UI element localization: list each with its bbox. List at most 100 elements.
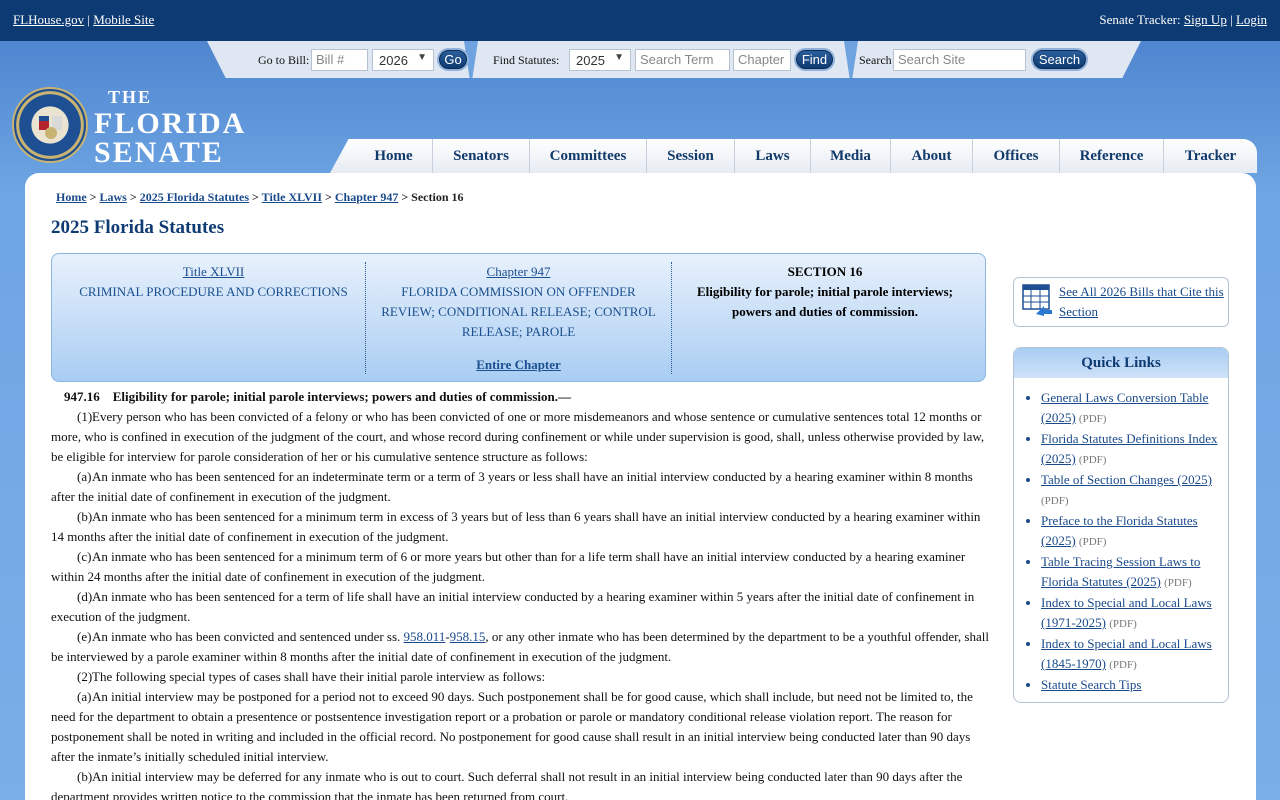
tracker-label: Senate Tracker: bbox=[1099, 12, 1181, 27]
nav-about[interactable]: About bbox=[891, 139, 973, 173]
subsection-1: (1)Every person who has been convicted o… bbox=[51, 407, 991, 467]
chapter-input[interactable]: Chapter bbox=[733, 49, 791, 71]
cite-bills-box[interactable]: See All 2026 Bills that Cite this Sectio… bbox=[1013, 277, 1229, 327]
nav-offices[interactable]: Offices bbox=[973, 139, 1060, 173]
chapter-name: FLORIDA COMMISSION ON OFFENDER REVIEW; C… bbox=[381, 284, 656, 339]
quick-links-title: Quick Links bbox=[1014, 348, 1228, 378]
quick-link-item[interactable]: Index to Special and Local Laws (1845-19… bbox=[1041, 634, 1220, 675]
breadcrumb-laws[interactable]: Laws bbox=[100, 190, 127, 204]
breadcrumb: Home > Laws > 2025 Florida Statutes > Ti… bbox=[56, 190, 464, 205]
nav-committees[interactable]: Committees bbox=[530, 139, 647, 173]
section-number: 947.16 bbox=[64, 389, 100, 404]
nav-session[interactable]: Session bbox=[647, 139, 735, 173]
nav-home[interactable]: Home bbox=[355, 139, 433, 173]
find-button[interactable]: Find bbox=[796, 50, 833, 69]
breadcrumb-home[interactable]: Home bbox=[56, 190, 87, 204]
bill-year-value: 2026 bbox=[379, 53, 408, 68]
breadcrumb-chapter[interactable]: Chapter 947 bbox=[335, 190, 398, 204]
paragraph-number: (c) bbox=[77, 549, 92, 564]
search-site-input[interactable]: Search Site bbox=[893, 49, 1026, 71]
paragraph-1b: (b)An inmate who has been sentenced for … bbox=[51, 507, 991, 547]
breadcrumb-title[interactable]: Title XLVII bbox=[262, 190, 322, 204]
quick-link-item[interactable]: Statute Search Tips bbox=[1041, 675, 1220, 695]
quick-link-item[interactable]: Table of Section Changes (2025) (PDF) bbox=[1041, 470, 1220, 511]
quick-link-item[interactable]: Florida Statutes Definitions Index (2025… bbox=[1041, 429, 1220, 470]
quick-link-item[interactable]: Preface to the Florida Statutes (2025) (… bbox=[1041, 511, 1220, 552]
paragraph-number: (e) bbox=[77, 629, 92, 644]
quick-link[interactable]: Table of Section Changes (2025) bbox=[1041, 472, 1212, 487]
statute-link-958-011[interactable]: 958.011 bbox=[404, 629, 446, 644]
paragraph-text: An inmate who has been sentenced for a m… bbox=[51, 509, 981, 544]
statute-year-value: 2025 bbox=[576, 53, 605, 68]
statute-link-958-15[interactable]: 958.15 bbox=[450, 629, 486, 644]
goto-bill-label: Go to Bill: bbox=[258, 53, 310, 67]
florida-senate-logo[interactable]: THE FLORIDA SENATE bbox=[12, 87, 244, 169]
main-content: Home > Laws > 2025 Florida Statutes > Ti… bbox=[25, 173, 1256, 800]
pdf-label: (PDF) bbox=[1078, 413, 1107, 425]
chevron-down-icon: ▼ bbox=[417, 52, 427, 63]
cite-bills-link[interactable]: See All 2026 Bills that Cite this Sectio… bbox=[1059, 282, 1224, 322]
statute-infobox: Title XLVII CRIMINAL PROCEDURE AND CORRE… bbox=[51, 253, 986, 382]
quick-link[interactable]: General Laws Conversion Table (2025) bbox=[1041, 390, 1208, 425]
page-title: 2025 Florida Statutes bbox=[51, 217, 225, 238]
quick-link-item[interactable]: General Laws Conversion Table (2025) (PD… bbox=[1041, 388, 1220, 429]
paragraph-text: An initial interview may be deferred for… bbox=[51, 769, 963, 800]
section-label: SECTION 16 bbox=[787, 264, 863, 279]
signup-link[interactable]: Sign Up bbox=[1184, 12, 1227, 27]
breadcrumb-sep: > bbox=[129, 190, 137, 204]
chapter-column: Chapter 947 FLORIDA COMMISSION ON OFFEND… bbox=[366, 262, 672, 374]
logo-the: THE bbox=[108, 87, 153, 107]
paragraph-text: An inmate who has been sentenced for a t… bbox=[51, 589, 975, 624]
bill-number-input[interactable]: Bill # bbox=[311, 49, 368, 71]
top-bar: FLHouse.gov | Mobile Site Senate Tracker… bbox=[0, 0, 1280, 41]
search-site-label: Search bbox=[859, 53, 892, 67]
go-button[interactable]: Go bbox=[439, 50, 467, 69]
flhouse-link[interactable]: FLHouse.gov bbox=[13, 12, 84, 27]
nav-reference[interactable]: Reference bbox=[1060, 139, 1164, 173]
chapter-link[interactable]: Chapter 947 bbox=[487, 264, 551, 279]
nav-laws[interactable]: Laws bbox=[735, 139, 811, 173]
paragraph-text: An inmate who has been convicted and sen… bbox=[92, 629, 401, 644]
breadcrumb-statutes[interactable]: 2025 Florida Statutes bbox=[140, 190, 249, 204]
entire-chapter-link[interactable]: Entire Chapter bbox=[476, 357, 561, 372]
subsection-text: Every person who has been convicted of a… bbox=[51, 409, 985, 464]
quick-link[interactable]: Preface to the Florida Statutes (2025) bbox=[1041, 513, 1198, 548]
nav-senators[interactable]: Senators bbox=[433, 139, 530, 173]
section-name: Eligibility for parole; initial parole i… bbox=[696, 284, 953, 319]
breadcrumb-sep: > bbox=[401, 190, 409, 204]
paragraph-2a: (a)An initial interview may be postponed… bbox=[51, 687, 991, 767]
quick-link[interactable]: Statute Search Tips bbox=[1041, 677, 1141, 692]
paragraph-2b: (b)An initial interview may be deferred … bbox=[51, 767, 991, 800]
main-nav: Home Senators Committees Session Laws Me… bbox=[330, 139, 1257, 173]
title-link[interactable]: Title XLVII bbox=[183, 264, 245, 279]
chevron-down-icon: ▼ bbox=[614, 52, 624, 63]
paragraph-1d: (d)An inmate who has been sentenced for … bbox=[51, 587, 991, 627]
paragraph-1a: (a)An inmate who has been sentenced for … bbox=[51, 467, 991, 507]
subsection-number: (2) bbox=[77, 669, 93, 684]
bill-year-select[interactable]: 2026 ▼ bbox=[372, 49, 434, 71]
paragraph-number: (b) bbox=[77, 769, 93, 784]
paragraph-number: (a) bbox=[77, 469, 92, 484]
quick-link[interactable]: Florida Statutes Definitions Index (2025… bbox=[1041, 431, 1218, 466]
logo-senate: SENATE bbox=[94, 136, 224, 169]
top-left-links: FLHouse.gov | Mobile Site bbox=[13, 12, 154, 28]
paragraph-text: An initial interview may be postponed fo… bbox=[51, 689, 973, 764]
breadcrumb-current: Section 16 bbox=[411, 190, 464, 204]
breadcrumb-sep: > bbox=[325, 190, 332, 204]
quick-link-item[interactable]: Table Tracing Session Laws to Florida St… bbox=[1041, 552, 1220, 593]
search-term-input[interactable]: Search Term bbox=[635, 49, 730, 71]
statute-year-select[interactable]: 2025 ▼ bbox=[569, 49, 631, 71]
seal-emblem-icon bbox=[39, 116, 62, 139]
search-button[interactable]: Search bbox=[1033, 50, 1086, 69]
nav-tracker[interactable]: Tracker bbox=[1164, 139, 1257, 173]
separator: | bbox=[87, 12, 90, 27]
quick-link-item[interactable]: Index to Special and Local Laws (1971-20… bbox=[1041, 593, 1220, 634]
nav-media[interactable]: Media bbox=[811, 139, 891, 173]
mobile-site-link[interactable]: Mobile Site bbox=[93, 12, 154, 27]
paragraph-text: An inmate who has been sentenced for an … bbox=[51, 469, 973, 504]
pdf-label: (PDF) bbox=[1078, 454, 1107, 466]
senate-seal-icon bbox=[12, 87, 88, 163]
login-link[interactable]: Login bbox=[1236, 12, 1267, 27]
strip-divider bbox=[844, 41, 858, 78]
